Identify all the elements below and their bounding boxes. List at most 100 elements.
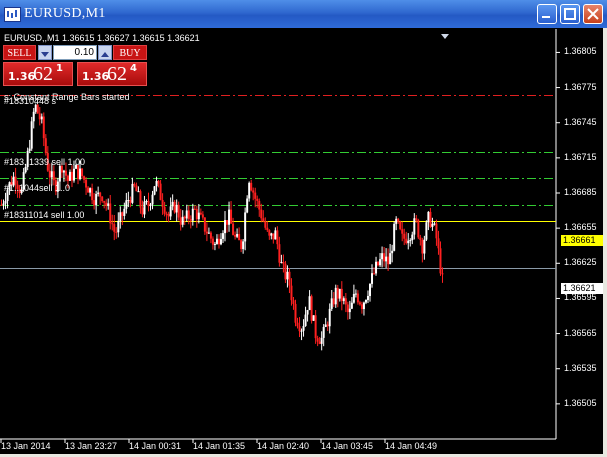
candle-body: [127, 200, 130, 202]
candle-body: [38, 113, 41, 120]
candle-body: [40, 116, 43, 120]
x-tick-label: 13 Jan 2014: [1, 441, 51, 451]
buy-button[interactable]: BUY: [113, 45, 147, 60]
minimize-button[interactable]: [537, 4, 557, 24]
candle-body: [113, 224, 116, 232]
candle-body: [175, 204, 178, 213]
candle-body: [48, 170, 51, 178]
candle-body: [0, 204, 3, 206]
candle-body: [254, 192, 257, 199]
candle-body: [324, 324, 327, 327]
candle-body: [135, 185, 138, 192]
y-tick-label: 1.36505: [564, 397, 597, 408]
buy-price-sup: 4: [130, 63, 137, 74]
candle-body: [358, 302, 361, 305]
candle-body: [264, 221, 267, 228]
candle-body: [377, 261, 380, 266]
candle-body: [185, 210, 188, 219]
chart-window-icon[interactable]: [4, 7, 21, 22]
candle-body: [383, 253, 386, 262]
candle-body: [312, 315, 315, 321]
candle-body: [256, 198, 259, 201]
candle-body: [62, 170, 65, 173]
maximize-button[interactable]: [560, 4, 580, 24]
candle-body: [338, 288, 341, 299]
candle-body: [91, 188, 94, 201]
window-title: EURUSD,M1: [24, 6, 106, 21]
candle-body: [93, 200, 96, 206]
candle-body: [401, 229, 404, 234]
candle-body: [262, 218, 265, 222]
candle-body: [336, 287, 339, 299]
candle-body: [123, 208, 126, 216]
candle-body: [155, 180, 158, 187]
candle-body: [189, 218, 192, 221]
candle-body: [183, 216, 186, 219]
candle-body: [276, 230, 279, 245]
buy-price-box[interactable]: 1.36 62 4: [77, 62, 147, 86]
candle-body: [318, 341, 321, 344]
candle-body: [381, 253, 384, 260]
order-label-2: #183..1339 sell 1.00: [4, 157, 86, 167]
lot-size-input[interactable]: 0.10: [53, 45, 97, 60]
candle-body: [246, 198, 249, 213]
candle-body: [213, 243, 216, 245]
candle-body: [360, 304, 363, 310]
candle-body: [215, 238, 218, 244]
candle-body: [111, 223, 114, 225]
candle-body: [238, 234, 241, 241]
candle-body: [153, 186, 156, 195]
candle-body: [328, 308, 331, 327]
lot-increase-button[interactable]: [98, 45, 112, 60]
close-button[interactable]: [583, 4, 603, 24]
candle-body: [342, 298, 345, 302]
candle-body: [417, 219, 420, 238]
candle-body: [141, 207, 144, 215]
candle-body: [248, 182, 251, 199]
candle-body: [109, 203, 112, 224]
candle-body: [242, 241, 245, 250]
candle-body: [316, 338, 319, 342]
candle-body: [79, 168, 82, 180]
candle-body: [232, 223, 235, 235]
one-click-trading-panel: SELL 0.10 BUY 1.36 62 1 1.36 62 4: [3, 45, 147, 87]
candle-body: [228, 209, 231, 225]
candle-body: [308, 296, 311, 311]
candle-body: [268, 230, 271, 236]
candle-body: [441, 273, 444, 275]
candle-body: [294, 303, 297, 323]
candle-body: [346, 304, 349, 313]
candle-body: [354, 293, 357, 295]
title-bar[interactable]: EURUSD,M1: [0, 0, 607, 28]
candle-body: [362, 302, 365, 310]
candle-body: [161, 200, 164, 207]
sell-button[interactable]: SELL: [3, 45, 36, 60]
candle-body: [101, 196, 104, 202]
buy-price-main: 1.36: [82, 70, 110, 83]
lot-decrease-button[interactable]: [38, 45, 52, 60]
candle-body: [103, 201, 106, 203]
candle-body: [278, 244, 281, 263]
x-tick-label: 14 Jan 04:49: [385, 441, 438, 451]
sell-price-box[interactable]: 1.36 62 1: [3, 62, 73, 86]
candle-body: [169, 206, 172, 217]
price-chart[interactable]: EURUSD,,M1 1.36615 1.36627 1.36615 1.366…: [0, 29, 607, 457]
symbol-ohlc-header: EURUSD,,M1 1.36615 1.36627 1.36615 1.366…: [4, 33, 200, 43]
candle-body: [44, 138, 47, 154]
candle-body: [427, 211, 430, 223]
candle-body: [81, 168, 84, 177]
candle-body: [425, 222, 428, 240]
candle-body: [334, 287, 337, 305]
x-tick-label: 14 Jan 03:45: [321, 441, 374, 451]
candle-body: [105, 202, 108, 206]
candles: [0, 103, 444, 351]
candle-body: [89, 188, 92, 193]
candle-body: [352, 293, 355, 303]
candle-body: [115, 231, 118, 233]
chart-menu-arrow-icon[interactable]: [441, 34, 449, 40]
candle-body: [217, 238, 220, 245]
candle-body: [167, 213, 170, 217]
candle-body: [179, 217, 182, 225]
y-tick-label: 1.36715: [564, 151, 597, 162]
candle-body: [250, 182, 253, 191]
